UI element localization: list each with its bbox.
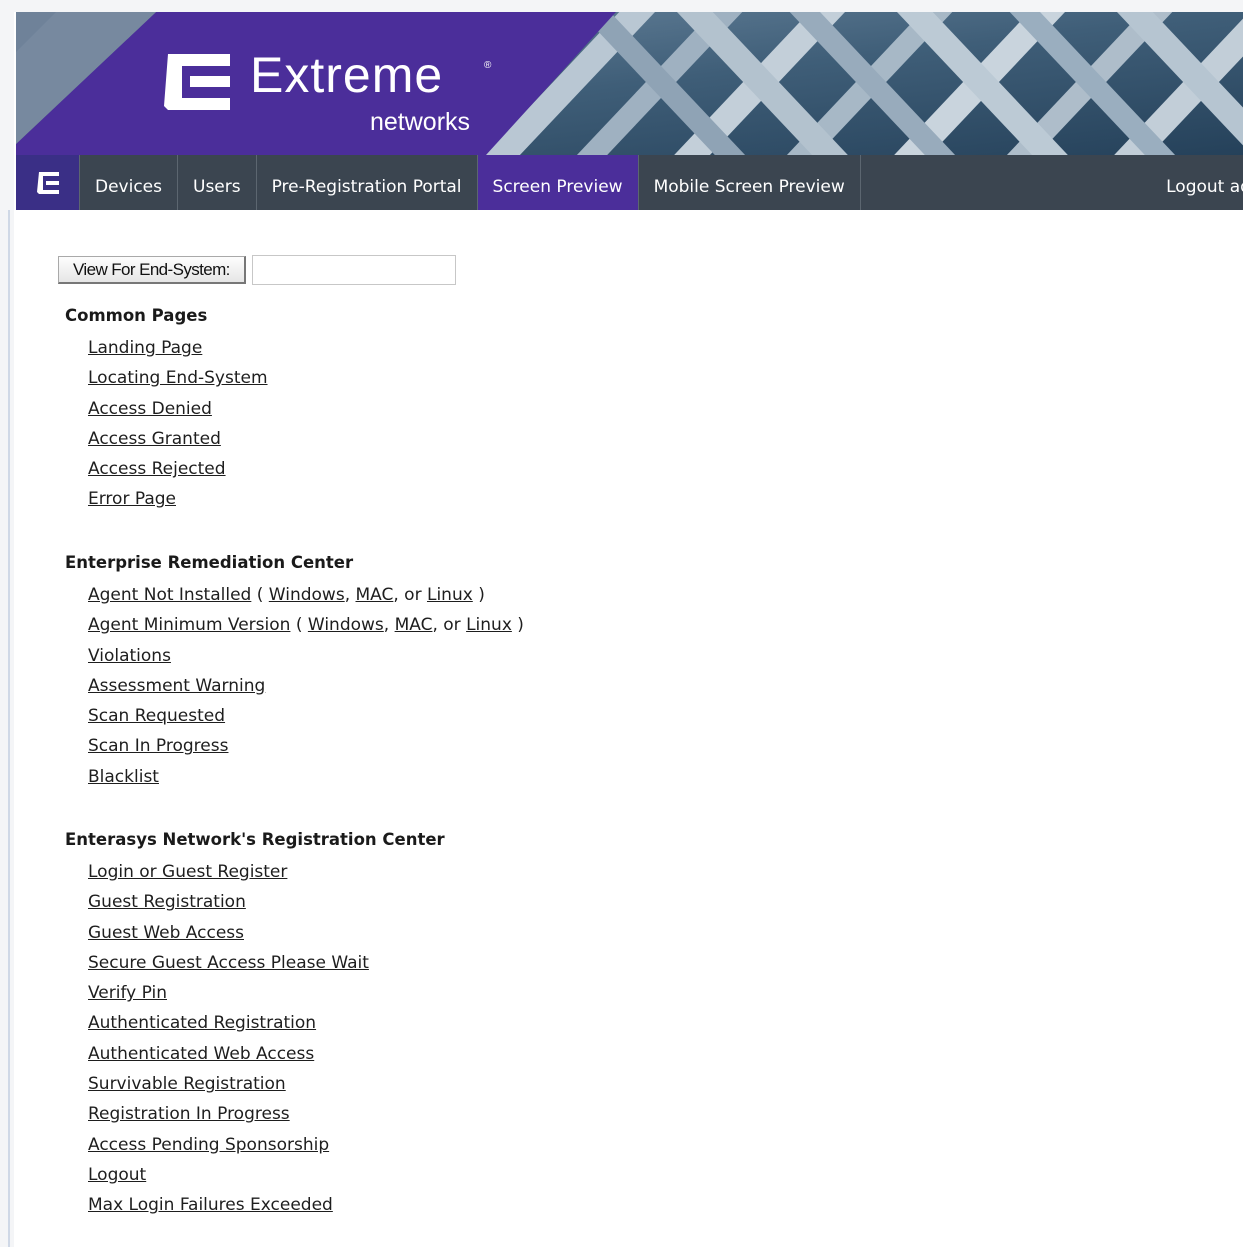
link-violations[interactable]: Violations [88,646,171,666]
extreme-e-icon [164,54,230,110]
view-for-end-system-row: View For End-System: [58,255,456,285]
link-separator: , [383,615,395,636]
section-link-list: Landing Page Locating End-System Access De… [88,333,268,515]
list-item: Blacklist [88,762,524,792]
list-item: Registration In Progress [88,1099,369,1129]
list-item: Assessment Warning [88,671,524,701]
list-item: Authenticated Registration [88,1008,369,1038]
list-item: Verify Pin [88,978,369,1008]
main-content: View For End-System: Common Pages Landing… [16,210,1243,1247]
logo-registered-mark: ® [484,60,492,71]
list-item: Error Page [88,484,268,514]
list-item: Scan In Progress [88,731,524,761]
link-max-login-failures-exceeded[interactable]: Max Login Failures Exceeded [88,1195,333,1215]
link-error-page[interactable]: Error Page [88,489,176,509]
link-agent-not-installed-windows[interactable]: Windows [269,585,345,605]
list-item: Login or Guest Register [88,857,369,887]
logout-link[interactable]: Logout admin [1166,155,1243,210]
link-blacklist[interactable]: Blacklist [88,767,159,787]
link-guest-registration[interactable]: Guest Registration [88,892,246,912]
section-link-list: Agent Not Installed ( Windows, MAC, or L… [88,580,524,792]
link-secure-guest-access-please-wait[interactable]: Secure Guest Access Please Wait [88,953,369,973]
link-separator: , [344,585,356,605]
link-separator: ( [295,615,308,636]
link-access-granted[interactable]: Access Granted [88,429,221,449]
list-item: Agent Minimum Version ( Windows, MAC, or… [88,610,524,640]
tab-users[interactable]: Users [178,155,257,210]
link-survivable-registration[interactable]: Survivable Registration [88,1074,286,1094]
link-separator: , or [393,585,427,605]
list-item: Access Denied [88,394,268,424]
window-frame-top [0,0,1243,12]
link-access-rejected[interactable]: Access Rejected [88,459,226,479]
list-item: Authenticated Web Access [88,1039,369,1069]
window-frame-line [8,210,10,1247]
header-banner: Extreme ® networks [16,12,1243,155]
link-access-pending-sponsorship[interactable]: Access Pending Sponsorship [88,1135,329,1155]
link-registration-in-progress[interactable]: Registration In Progress [88,1104,290,1124]
list-item: Logout [88,1160,369,1190]
logo-subtitle: networks [370,108,471,136]
link-agent-minimum-version-windows[interactable]: Windows [308,615,384,635]
link-scan-requested[interactable]: Scan Requested [88,706,225,726]
link-assessment-warning[interactable]: Assessment Warning [88,676,265,696]
list-item: Access Granted [88,424,268,454]
list-item: Violations [88,641,524,671]
link-landing-page[interactable]: Landing Page [88,338,202,358]
link-login-or-guest-register[interactable]: Login or Guest Register [88,862,287,882]
section-link-list: Login or Guest Register Guest Registratio… [88,857,369,1221]
list-item: Scan Requested [88,701,524,731]
main-navbar: Devices Users Pre-Registration Portal Scree… [16,155,1243,210]
link-logout[interactable]: Logout [88,1165,146,1185]
link-agent-minimum-version-mac[interactable]: MAC [395,615,433,635]
link-separator: ( [256,585,269,605]
link-agent-not-installed[interactable]: Agent Not Installed [88,585,251,605]
list-item: Max Login Failures Exceeded [88,1190,369,1220]
link-access-denied[interactable]: Access Denied [88,399,212,419]
link-agent-minimum-version-linux[interactable]: Linux [466,615,512,635]
list-item: Landing Page [88,333,268,363]
link-locating-end-system[interactable]: Locating End-System [88,368,268,388]
list-item: Guest Web Access [88,918,369,948]
window-frame-left [0,0,14,1247]
list-item: Locating End-System [88,363,268,393]
link-authenticated-web-access[interactable]: Authenticated Web Access [88,1044,314,1064]
view-for-end-system-button[interactable]: View For End-System: [58,256,246,284]
list-item: Secure Guest Access Please Wait [88,948,369,978]
link-verify-pin[interactable]: Verify Pin [88,983,167,1003]
link-separator: ) [472,585,485,605]
list-item: Guest Registration [88,887,369,917]
section-heading: Enterasys Network's Registration Center [65,830,445,849]
end-system-input[interactable] [251,255,456,285]
link-authenticated-registration[interactable]: Authenticated Registration [88,1013,316,1033]
home-button[interactable] [16,155,80,210]
tab-pre-registration-portal[interactable]: Pre-Registration Portal [257,155,478,210]
link-agent-minimum-version[interactable]: Agent Minimum Version [88,615,290,635]
extreme-e-icon [36,171,59,194]
list-item: Agent Not Installed ( Windows, MAC, or L… [88,580,524,610]
section-heading: Enterprise Remediation Center [65,553,354,572]
list-item: Survivable Registration [88,1069,369,1099]
link-separator: ) [511,615,524,636]
link-agent-not-installed-linux[interactable]: Linux [427,585,473,605]
tab-devices[interactable]: Devices [80,155,178,210]
link-guest-web-access[interactable]: Guest Web Access [88,923,244,943]
section-heading: Common Pages [65,306,208,325]
link-scan-in-progress[interactable]: Scan In Progress [88,736,228,756]
link-agent-not-installed-mac[interactable]: MAC [356,585,394,605]
tab-screen-preview[interactable]: Screen Preview [477,155,639,210]
tab-mobile-screen-preview[interactable]: Mobile Screen Preview [639,155,861,210]
link-separator: , or [432,615,467,636]
list-item: Access Pending Sponsorship [88,1130,369,1160]
logo-wordmark: Extreme [250,47,444,103]
list-item: Access Rejected [88,454,268,484]
nav-tabs: Devices Users Pre-Registration Portal Scree… [80,155,861,210]
